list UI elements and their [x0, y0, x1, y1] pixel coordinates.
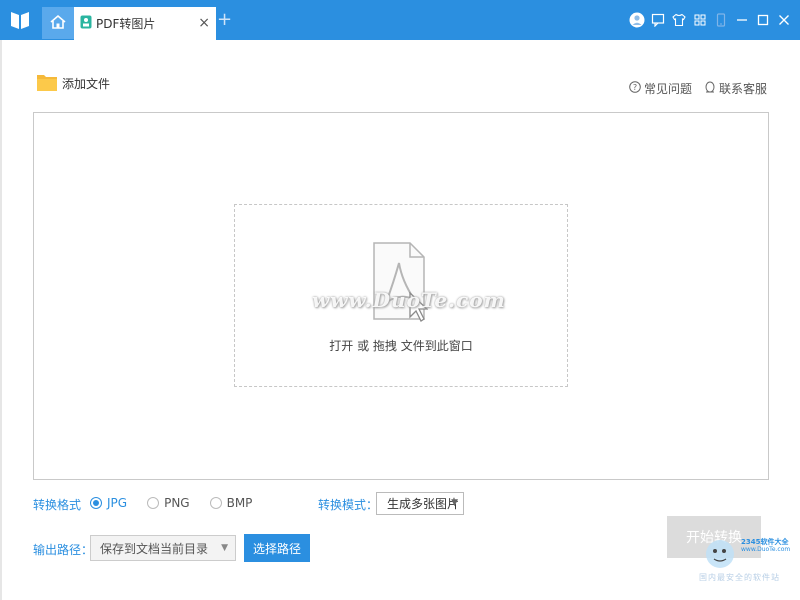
minimize-icon[interactable]	[731, 10, 752, 30]
dropdown-arrow-icon: ▼	[451, 498, 458, 508]
app-logo-icon	[8, 8, 32, 32]
dropdown-arrow-icon: ▼	[221, 543, 228, 553]
qq-icon	[704, 81, 716, 97]
pdf-tab-icon	[80, 15, 92, 32]
format-label: 转换格式	[33, 498, 82, 512]
new-tab-button[interactable]: +	[217, 10, 232, 30]
add-file-label: 添加文件	[62, 77, 111, 91]
tab-close-icon[interactable]: ×	[198, 15, 210, 31]
faq-label: 常见问题	[643, 82, 692, 96]
mode-label: 转换模式：	[318, 498, 379, 512]
format-radio-group: JPG PNG BMP	[90, 496, 252, 510]
format-jpg-radio[interactable]: JPG	[90, 496, 127, 510]
close-icon[interactable]	[773, 10, 794, 30]
skin-icon[interactable]	[668, 10, 689, 30]
faq-link[interactable]: ? 常见问题	[629, 80, 692, 97]
phone-icon[interactable]	[710, 10, 731, 30]
maximize-icon[interactable]	[752, 10, 773, 30]
format-bmp-label: BMP	[226, 496, 253, 510]
tab-label: PDF转图片	[96, 17, 156, 31]
output-path-label: 输出路径：	[33, 543, 94, 557]
format-bmp-radio[interactable]: BMP	[209, 496, 253, 510]
help-links: ? 常见问题 联系客服	[629, 80, 767, 97]
folder-icon	[36, 71, 58, 96]
title-bar: PDF转图片 × +	[0, 0, 800, 40]
home-tab[interactable]	[42, 7, 74, 39]
watermark-text: www.DuoTe.com	[312, 288, 506, 312]
add-file-button[interactable]: 添加文件	[36, 71, 110, 96]
pdf-file-icon	[372, 241, 429, 325]
mode-select[interactable]: 生成多张图片 ▼	[376, 492, 464, 515]
format-png-radio[interactable]: PNG	[147, 496, 190, 510]
radio-dot	[209, 497, 222, 509]
format-png-label: PNG	[164, 496, 190, 510]
window-edge	[0, 40, 2, 600]
radio-dot	[147, 497, 160, 509]
choose-path-button[interactable]: 选择路径	[244, 534, 310, 562]
mode-value: 生成多张图片	[387, 497, 460, 511]
output-path-value: 保存到文档当前目录	[100, 541, 209, 556]
tab-pdf-to-image[interactable]: PDF转图片 ×	[74, 7, 216, 40]
support-link[interactable]: 联系客服	[704, 80, 767, 97]
apps-icon[interactable]	[689, 10, 710, 30]
svg-text:?: ?	[633, 83, 637, 92]
support-label: 联系客服	[718, 82, 767, 96]
message-icon[interactable]	[647, 10, 668, 30]
format-jpg-label: JPG	[107, 496, 128, 510]
home-icon	[49, 13, 67, 34]
bottom-watermark: 国内最安全的软件站	[699, 573, 780, 582]
output-path-select[interactable]: 保存到文档当前目录 ▼	[90, 535, 236, 561]
user-icon[interactable]	[626, 10, 647, 30]
badge-line2: www.DuoTe.com	[741, 546, 791, 553]
radio-dot	[90, 497, 102, 509]
drop-hint: 打开 或 拖拽 文件到此窗口	[329, 339, 473, 353]
question-icon: ?	[629, 81, 641, 96]
